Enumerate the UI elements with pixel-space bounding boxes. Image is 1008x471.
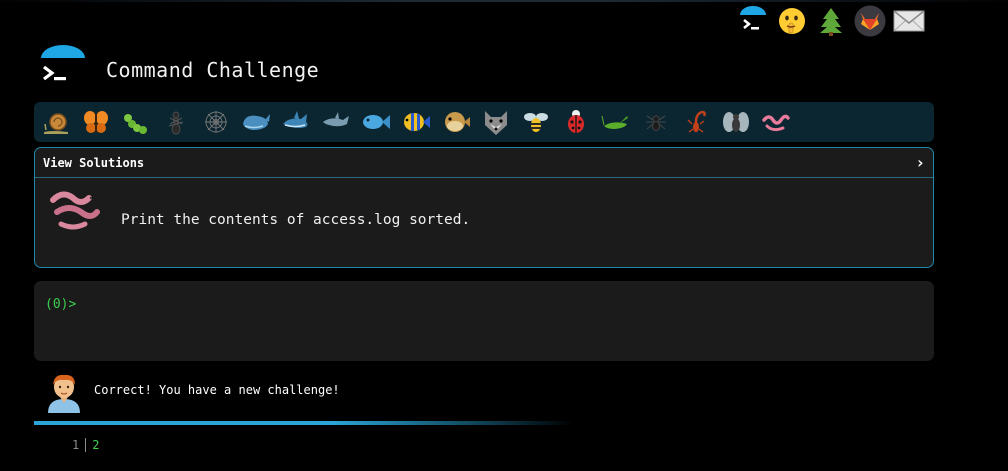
challenge-description: Print the contents of access.log sorted. (121, 212, 471, 228)
butterfly-icon[interactable] (80, 106, 112, 138)
caterpillar-icon[interactable] (120, 106, 152, 138)
top-border-line (0, 0, 1008, 2)
app-logo-icon[interactable] (38, 44, 88, 94)
challenge-panel: View Solutions › Print the contents of a… (34, 147, 934, 268)
whale-icon[interactable] (240, 106, 272, 138)
page-link-2[interactable]: 2 (92, 438, 99, 452)
feedback-message: Correct! You have a new challenge! (94, 383, 340, 397)
page-title: Command Challenge (106, 58, 320, 82)
envelope-icon[interactable] (893, 5, 925, 37)
challenge-body: Print the contents of access.log sorted. (35, 178, 933, 267)
scorpion-icon[interactable] (680, 106, 712, 138)
user-avatar-icon (44, 371, 84, 413)
spider-icon[interactable] (640, 106, 672, 138)
bee-icon[interactable] (520, 106, 552, 138)
ladybug-icon[interactable] (560, 106, 592, 138)
ant-icon[interactable] (160, 106, 192, 138)
tropical-fish-icon[interactable] (400, 106, 432, 138)
pagination: 1 2 (72, 438, 99, 452)
terminal-input-area[interactable]: (0)> (34, 281, 934, 361)
shushing-face-icon[interactable] (776, 5, 808, 37)
challenge-creature-bar (34, 102, 934, 142)
pufferfish-icon[interactable] (440, 106, 472, 138)
gitlab-fox-icon[interactable] (854, 5, 886, 37)
cricket-icon[interactable] (600, 106, 632, 138)
fly-icon[interactable] (720, 106, 752, 138)
fish-icon[interactable] (360, 106, 392, 138)
worm-icon[interactable] (760, 106, 792, 138)
terminal-prompt: (0)> (45, 297, 77, 312)
dolphin-icon[interactable] (320, 106, 352, 138)
view-solutions-label: View Solutions (43, 155, 145, 170)
snail-icon[interactable] (40, 106, 72, 138)
top-icon-bar (737, 5, 925, 37)
view-solutions-toggle[interactable]: View Solutions › (35, 148, 933, 178)
wolf-icon[interactable] (480, 106, 512, 138)
shark-icon[interactable] (280, 106, 312, 138)
page-divider (85, 438, 87, 452)
worm-icon (47, 190, 103, 234)
progress-bar (34, 421, 574, 425)
spider-web-icon[interactable] (200, 106, 232, 138)
page-link-1[interactable]: 1 (72, 438, 79, 452)
chevron-right-icon: › (915, 153, 925, 172)
terminal-logo-icon[interactable] (737, 5, 769, 37)
evergreen-tree-icon[interactable] (815, 5, 847, 37)
